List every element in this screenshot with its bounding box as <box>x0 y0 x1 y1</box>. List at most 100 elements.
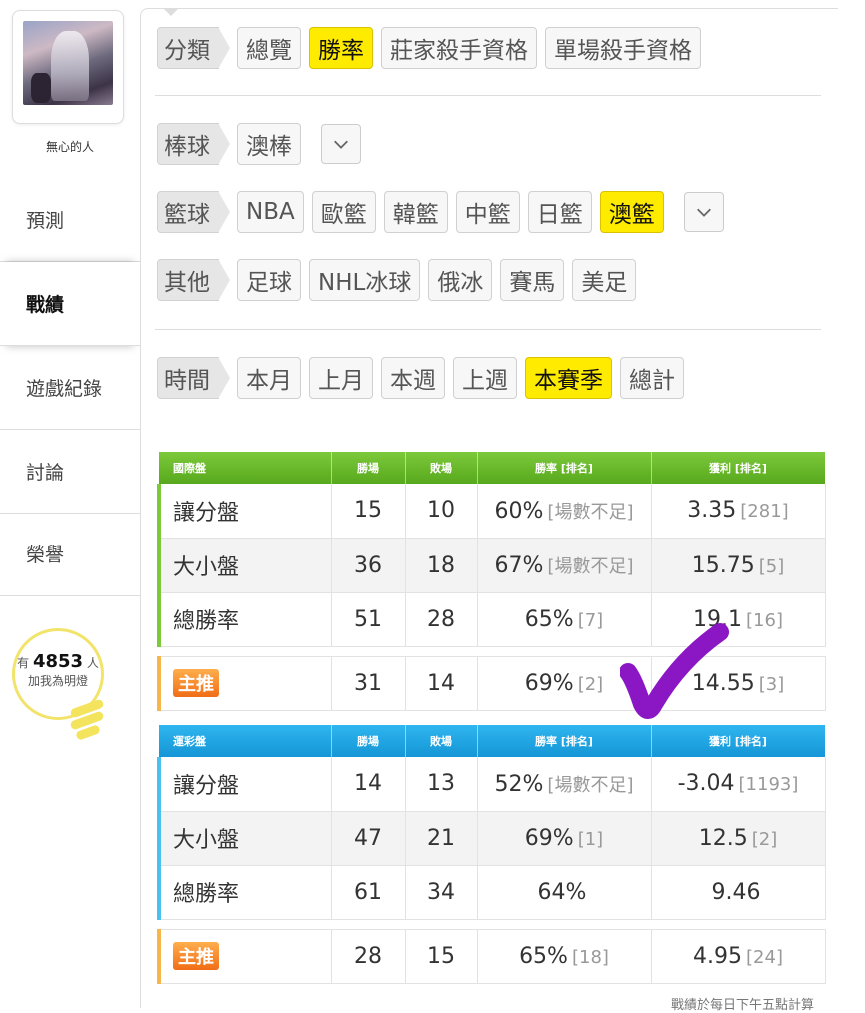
main-pick-badge[interactable]: 主推 <box>173 942 219 970</box>
table-row: 大小盤 36 18 67% [場數不足] 15.75 [5] <box>157 538 826 593</box>
loss-cell: 14 <box>405 655 478 711</box>
col-header: 運彩盤 <box>159 725 332 757</box>
loss-cell: 18 <box>405 538 478 593</box>
rate-cell: 64% <box>477 865 652 920</box>
col-header: 國際盤 <box>159 452 332 484</box>
chip-aus-baseball[interactable]: 澳棒 <box>237 123 301 165</box>
win-cell: 36 <box>331 538 406 593</box>
filter-row-baseball: 棒球 澳棒 <box>157 123 361 165</box>
loss-cell: 34 <box>405 865 478 920</box>
main-panel: 分類 總覽 勝率 莊家殺手資格 單場殺手資格 棒球 澳棒 籃球 NBA 歐籃 韓… <box>140 8 838 1013</box>
chip-nba[interactable]: NBA <box>237 191 304 233</box>
chip-last-month[interactable]: 上月 <box>309 357 373 399</box>
username[interactable]: 無心的人 <box>0 138 140 155</box>
profit-cell: 3.35 [281] <box>651 484 826 539</box>
chip-this-week[interactable]: 本週 <box>381 357 445 399</box>
chip-china-basketball[interactable]: 中籃 <box>455 191 520 233</box>
win-cell: 51 <box>331 592 406 647</box>
avatar-frame[interactable] <box>12 10 124 124</box>
col-header: 勝率 [排名] <box>477 452 652 484</box>
rate-cell: 60% [場數不足] <box>477 484 652 539</box>
nav-item-record[interactable]: 戰績 <box>0 262 140 346</box>
chip-aus-basketball[interactable]: 澳籃 <box>599 191 664 233</box>
chip-horse-racing[interactable]: 賽馬 <box>500 259 565 301</box>
chip-euro-basketball[interactable]: 歐籃 <box>311 191 376 233</box>
bulb-base-icon <box>69 698 105 744</box>
avatar[interactable] <box>23 21 113 105</box>
win-cell: 61 <box>331 865 406 920</box>
filter-label-other: 其他 <box>157 259 230 301</box>
divider <box>155 329 821 330</box>
chevron-down-icon <box>696 208 711 217</box>
win-cell: 47 <box>331 811 406 866</box>
nav-item-honor[interactable]: 榮譽 <box>0 512 140 596</box>
chip-nhl[interactable]: NHL冰球 <box>309 259 421 301</box>
left-sidebar: 無心的人 預測 戰績 遊戲紀錄 討論 榮譽 有 4853 人 加我為明燈 <box>0 0 140 1000</box>
filter-label-baseball: 棒球 <box>157 123 230 165</box>
filter-label-type: 分類 <box>157 27 230 69</box>
filter-label-time: 時間 <box>157 357 230 399</box>
profit-cell: 9.46 <box>651 865 826 920</box>
chip-overview[interactable]: 總覽 <box>237 27 301 69</box>
chip-dealer-killer[interactable]: 莊家殺手資格 <box>381 27 537 69</box>
chip-single-killer[interactable]: 單場殺手資格 <box>545 27 701 69</box>
profit-cell: 12.5 [2] <box>651 811 826 866</box>
fan-suffix: 人 <box>86 656 99 670</box>
chip-american-football[interactable]: 美足 <box>572 259 637 301</box>
nav-item-game-log[interactable]: 遊戲紀錄 <box>0 346 140 430</box>
chip-korea-basketball[interactable]: 韓籃 <box>383 191 448 233</box>
filter-row-basketball: 籃球 NBA 歐籃 韓籃 中籃 日籃 澳籃 <box>157 191 724 233</box>
table-row: 讓分盤 14 13 52% [場數不足] -3.04 [1193] <box>157 757 826 812</box>
loss-cell: 15 <box>405 928 478 984</box>
row-name: 總勝率 <box>157 592 332 647</box>
win-cell: 15 <box>331 484 406 539</box>
table-row: 總勝率 61 34 64% 9.46 <box>157 865 826 920</box>
profit-cell: -3.04 [1193] <box>651 757 826 812</box>
main-pick-badge-cell: 主推 <box>157 928 332 984</box>
footer-note: 戰績於每日下午五點計算 <box>671 998 815 1013</box>
col-header: 獲利 [排名] <box>651 452 826 484</box>
filter-label-basketball: 籃球 <box>157 191 230 233</box>
profit-cell: 4.95 [24] <box>651 928 826 984</box>
col-header: 敗場 <box>405 452 478 484</box>
chip-total[interactable]: 總計 <box>620 357 684 399</box>
col-header: 勝場 <box>331 452 406 484</box>
fan-count: 4853 <box>32 651 84 672</box>
main-pick-badge[interactable]: 主推 <box>173 669 219 697</box>
basketball-dropdown-button[interactable] <box>683 192 724 232</box>
row-name: 總勝率 <box>157 865 332 920</box>
lottery-table: 運彩盤 勝場 敗場 勝率 [排名] 獲利 [排名] 讓分盤 14 13 52%[… <box>157 725 826 984</box>
win-cell: 14 <box>331 757 406 812</box>
chip-japan-basketball[interactable]: 日籃 <box>527 191 592 233</box>
loss-cell: 28 <box>405 592 478 647</box>
check-mark-icon <box>620 623 729 719</box>
row-name: 讓分盤 <box>157 757 332 812</box>
chip-win-rate[interactable]: 勝率 <box>309 27 373 69</box>
row-name: 大小盤 <box>157 538 332 593</box>
table-row: 大小盤 47 21 69% [1] 12.5 [2] <box>157 811 826 866</box>
profit-cell: 15.75 [5] <box>651 538 826 593</box>
panel-pointer <box>163 8 179 16</box>
filter-row-type: 分類 總覽 勝率 莊家殺手資格 單場殺手資格 <box>157 27 701 69</box>
row-name: 大小盤 <box>157 811 332 866</box>
chip-this-month[interactable]: 本月 <box>237 357 301 399</box>
main-pick-row: 主推 28 15 65% [18] 4.95 [24] <box>157 928 826 984</box>
nav-item-discussion[interactable]: 討論 <box>0 430 140 514</box>
table-header: 國際盤 勝場 敗場 勝率 [排名] 獲利 [排名] <box>159 452 826 484</box>
chip-last-week[interactable]: 上週 <box>453 357 517 399</box>
chip-russia-hockey[interactable]: 俄冰 <box>428 259 493 301</box>
win-cell: 28 <box>331 928 406 984</box>
fan-cta: 加我為明燈 <box>27 674 88 688</box>
nav-item-predict[interactable]: 預測 <box>0 178 140 262</box>
chip-soccer[interactable]: 足球 <box>237 259 301 301</box>
chevron-down-icon <box>334 140 348 149</box>
baseball-dropdown-button[interactable] <box>321 124 361 164</box>
row-name: 讓分盤 <box>157 484 332 539</box>
fan-prefix: 有 <box>17 656 30 670</box>
filter-row-time: 時間 本月 上月 本週 上週 本賽季 總計 <box>157 357 684 399</box>
filter-row-other: 其他 足球 NHL冰球 俄冰 賽馬 美足 <box>157 259 637 301</box>
chip-this-season[interactable]: 本賽季 <box>525 357 612 399</box>
loss-cell: 13 <box>405 757 478 812</box>
rate-cell: 65% [18] <box>477 928 652 984</box>
loss-cell: 21 <box>405 811 478 866</box>
